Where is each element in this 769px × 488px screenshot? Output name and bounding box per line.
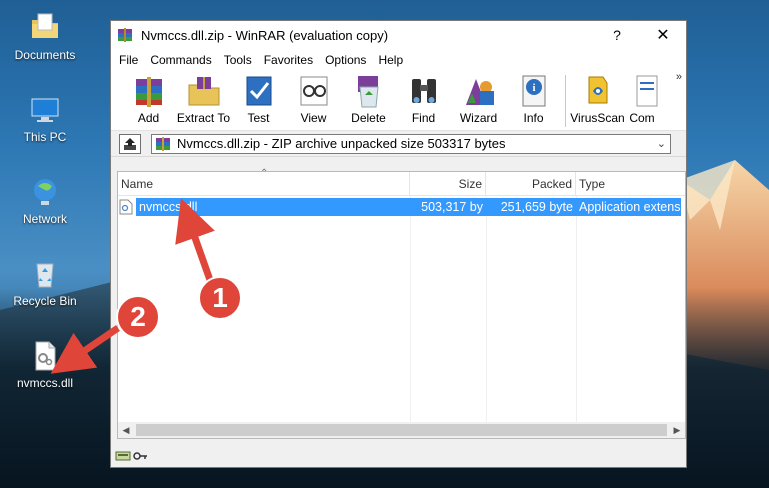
toolbar-virusscan-button[interactable]: VirusScan [570, 71, 625, 129]
toolbar-label: VirusScan [570, 111, 625, 125]
find-binoculars-icon [411, 79, 436, 103]
column-divider [576, 196, 577, 422]
file-type-cell: Application extens [576, 198, 681, 216]
desktop-icon-recycle-bin[interactable]: Recycle Bin [4, 258, 86, 308]
menu-favorites[interactable]: Favorites [258, 53, 319, 67]
file-list-header: Name Size Packed Type [118, 172, 685, 196]
folder-icon [32, 13, 58, 38]
chevron-down-icon[interactable]: ⌄ [657, 137, 666, 150]
menu-commands[interactable]: Commands [144, 53, 217, 67]
window-title: Nvmccs.dll.zip - WinRAR (evaluation copy… [141, 27, 389, 43]
menu-bar: File Commands Tools Favorites Options He… [111, 49, 686, 71]
toolbar-label: View [300, 111, 327, 125]
annotation-badge-1: 1 [198, 276, 242, 320]
zip-archive-icon [156, 136, 170, 151]
toolbar-separator [565, 75, 566, 127]
toolbar-comment-button[interactable]: Com [625, 71, 659, 129]
winrar-window: Nvmccs.dll.zip - WinRAR (evaluation copy… [110, 20, 687, 468]
column-divider [410, 196, 411, 422]
recycle-bin-icon [36, 263, 54, 288]
toolbar-overflow-chevron-icon[interactable]: » [676, 71, 682, 83]
toolbar-label: Find [411, 111, 436, 125]
toolbar-test-button[interactable]: Test [231, 71, 286, 129]
desktop-icon-documents[interactable]: Documents [4, 12, 86, 62]
toolbar-label: Wizard [459, 111, 498, 125]
menu-file[interactable]: File [113, 53, 144, 67]
toolbar-label: Info [523, 111, 544, 125]
file-packed-cell: 251,659 byte [486, 198, 576, 216]
extract-folder-icon [188, 77, 219, 106]
scrollbar-thumb[interactable] [136, 424, 667, 436]
file-row[interactable]: nvmccs.dll 503,317 by 251,659 byte Appli… [118, 198, 685, 216]
drive-key-icon [115, 451, 147, 461]
up-arrow-icon [124, 137, 136, 150]
info-icon: i [522, 75, 545, 107]
annotation-badge-2: 2 [116, 295, 160, 339]
wizard-icon [465, 79, 494, 105]
sort-arrow-icon: ⌃ [260, 168, 269, 179]
toolbar-label: Delete [351, 111, 386, 125]
file-size-cell: 503,317 by [410, 198, 486, 216]
column-divider [486, 196, 487, 422]
archive-path-dropdown[interactable]: Nvmccs.dll.zip - ZIP archive unpacked si… [151, 133, 671, 154]
horizontal-scrollbar[interactable]: ◀ ▶ [118, 422, 685, 438]
column-header-packed[interactable]: Packed [486, 172, 576, 196]
archive-path-text: Nvmccs.dll.zip - ZIP archive unpacked si… [177, 136, 506, 151]
toolbar-delete-button[interactable]: Delete [341, 71, 396, 129]
toolbar-find-button[interactable]: Find [396, 71, 451, 129]
title-bar[interactable]: Nvmccs.dll.zip - WinRAR (evaluation copy… [111, 21, 686, 49]
file-name-cell: nvmccs.dll [136, 198, 410, 216]
toolbar-info-button[interactable]: i Info [506, 71, 561, 129]
up-folder-button[interactable] [119, 133, 141, 154]
desktop-icon-label: Network [22, 212, 67, 226]
dll-file-icon [35, 341, 56, 371]
view-glasses-icon [300, 76, 327, 106]
desktop-icon-nvmccs-dll[interactable]: nvmccs.dll [4, 340, 86, 390]
toolbar-extract-to-button[interactable]: Extract To [176, 71, 231, 129]
toolbar-label: Test [247, 111, 270, 125]
delete-recycle-icon [357, 76, 379, 108]
toolbar: Add Extract To Test View Delete Find Wiz… [111, 71, 686, 131]
comment-icon [636, 75, 658, 107]
status-bar [111, 445, 686, 467]
winrar-app-icon [118, 28, 132, 42]
virus-scan-icon [588, 76, 607, 104]
desktop-icon-network[interactable]: Network [4, 176, 86, 226]
svg-text:i: i [532, 82, 535, 94]
help-button[interactable]: ? [594, 21, 640, 49]
menu-options[interactable]: Options [319, 53, 372, 67]
network-icon [34, 179, 56, 205]
test-checkmark-icon [246, 76, 271, 106]
menu-help[interactable]: Help [372, 53, 409, 67]
add-archive-icon [135, 77, 162, 107]
column-header-size[interactable]: Size [410, 172, 486, 196]
column-header-type[interactable]: Type [576, 172, 681, 196]
desktop-icon-label: This PC [23, 130, 67, 144]
toolbar-wizard-button[interactable]: Wizard [451, 71, 506, 129]
scroll-left-icon[interactable]: ◀ [118, 422, 134, 438]
desktop-icon-label: Documents [14, 48, 76, 62]
desktop-icon-this-pc[interactable]: This PC [4, 94, 86, 144]
desktop-icon-label: nvmccs.dll [16, 376, 73, 390]
menu-tools[interactable]: Tools [218, 53, 258, 67]
toolbar-label: Add [137, 111, 160, 125]
close-button[interactable]: ✕ [640, 21, 686, 49]
toolbar-add-button[interactable]: Add [121, 71, 176, 129]
toolbar-view-button[interactable]: View [286, 71, 341, 129]
scroll-right-icon[interactable]: ▶ [669, 422, 685, 438]
toolbar-label: Com [629, 111, 655, 125]
desktop-icon-label: Recycle Bin [13, 294, 77, 308]
computer-icon [31, 98, 59, 122]
address-bar: Nvmccs.dll.zip - ZIP archive unpacked si… [111, 131, 686, 157]
dll-file-icon [118, 198, 136, 216]
toolbar-label: Extract To [176, 111, 231, 125]
